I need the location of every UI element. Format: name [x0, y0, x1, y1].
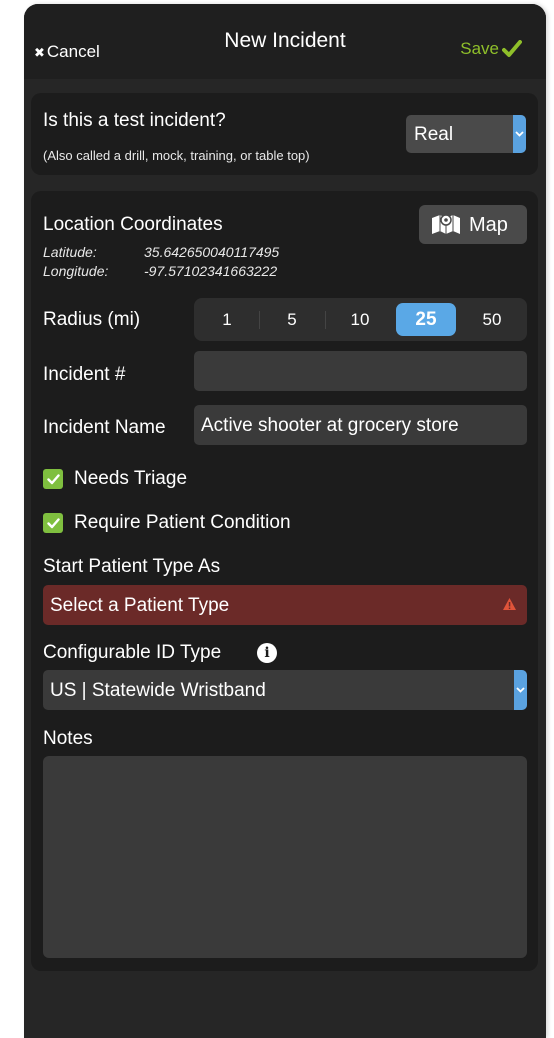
navbar: ✖ Cancel New Incident Save: [24, 4, 546, 79]
incident-name-label: Incident Name: [43, 417, 166, 438]
test-incident-hint: (Also called a drill, mock, training, or…: [43, 148, 310, 163]
incident-name-input[interactable]: Active shooter at grocery store: [194, 405, 527, 445]
require-patient-condition-checkbox[interactable]: [43, 513, 63, 533]
info-icon[interactable]: i: [257, 643, 277, 663]
checkmark-icon: [502, 40, 522, 57]
notes-textarea[interactable]: [43, 756, 527, 958]
segment-divider: [325, 311, 326, 329]
radius-option-10[interactable]: 10: [332, 303, 388, 336]
radius-option-1[interactable]: 1: [202, 303, 252, 336]
radius-segmented-control: 1 5 10 25 50: [194, 298, 527, 341]
needs-triage-checkbox[interactable]: [43, 469, 63, 489]
chevron-down-icon: [513, 115, 526, 153]
patient-type-select[interactable]: Select a Patient Type: [43, 585, 527, 625]
configurable-id-select[interactable]: US | Statewide Wristband: [43, 670, 527, 710]
map-icon: [431, 213, 461, 240]
segment-divider: [259, 311, 260, 329]
latitude-label: Latitude:: [43, 244, 97, 260]
radius-label: Radius (mi): [43, 309, 141, 330]
notes-label: Notes: [43, 728, 93, 749]
map-label: Map: [469, 214, 508, 236]
needs-triage-label: Needs Triage: [74, 468, 188, 489]
checkmark-icon: [46, 473, 60, 484]
bottom-area: [24, 971, 546, 1038]
incident-type-value: Real: [414, 124, 454, 145]
patient-type-label: Start Patient Type As: [43, 556, 221, 577]
longitude-value: -97.57102341663222: [144, 263, 278, 279]
longitude-label: Longitude:: [43, 263, 109, 279]
incident-name-value: Active shooter at grocery store: [201, 415, 459, 436]
save-label: Save: [460, 39, 499, 58]
patient-type-placeholder: Select a Patient Type: [50, 595, 230, 616]
configurable-id-value: US | Statewide Wristband: [50, 680, 266, 701]
test-incident-question: Is this a test incident?: [43, 110, 226, 131]
map-button[interactable]: Map: [419, 205, 527, 244]
save-button[interactable]: Save: [460, 39, 522, 59]
checkmark-icon: [46, 517, 60, 528]
incident-number-label: Incident #: [43, 364, 126, 385]
incident-number-input[interactable]: [194, 351, 527, 391]
require-patient-condition-label: Require Patient Condition: [74, 512, 291, 533]
warning-icon: [502, 597, 517, 616]
latitude-value: 35.642650040117495: [144, 244, 280, 260]
radius-option-5[interactable]: 5: [266, 303, 318, 336]
radius-option-50[interactable]: 50: [466, 303, 518, 336]
phone-screen: ✖ Cancel New Incident Save Is this a test…: [24, 4, 546, 1038]
radius-option-25[interactable]: 25: [396, 303, 456, 336]
chevron-down-icon: [514, 670, 527, 710]
incident-type-select[interactable]: Real: [406, 115, 526, 153]
location-title: Location Coordinates: [43, 214, 223, 235]
configurable-id-label: Configurable ID Type: [43, 642, 222, 663]
